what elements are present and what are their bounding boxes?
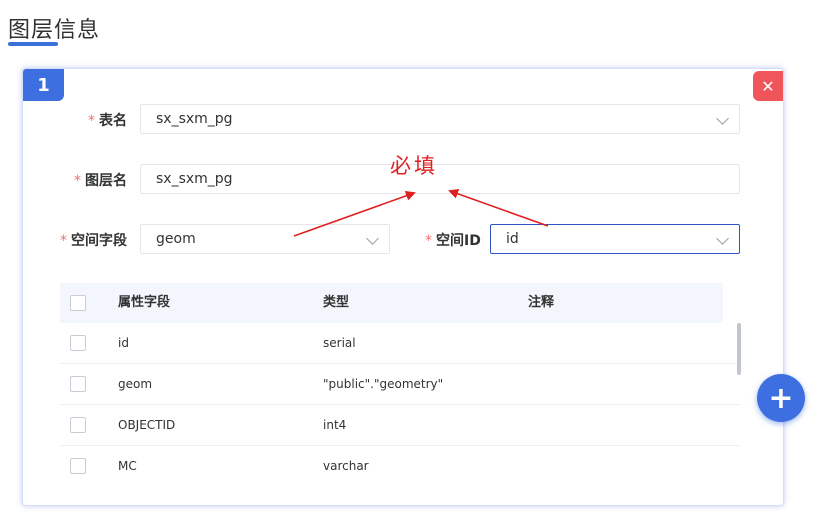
- table-row: MC varchar: [60, 446, 740, 483]
- spatial-id-select[interactable]: id: [490, 224, 740, 254]
- attribute-table: 属性字段 类型 注释 id serial geom "public"."geom…: [60, 283, 740, 483]
- header-comment: 注释: [528, 295, 555, 310]
- header-type: 类型: [323, 295, 350, 310]
- chevron-down-icon: [716, 232, 729, 245]
- spatial-id-value: id: [506, 231, 519, 247]
- table-name-label: * 表名: [88, 113, 127, 129]
- required-mark: *: [425, 233, 432, 249]
- chevron-down-icon: [716, 112, 729, 125]
- cell-type: serial: [323, 336, 356, 350]
- table-row: geom "public"."geometry": [60, 364, 740, 405]
- chevron-down-icon: [366, 232, 379, 245]
- layer-name-label: * 图层名: [74, 173, 127, 189]
- spatial-id-label: * 空间ID: [425, 233, 481, 249]
- row-checkbox[interactable]: [70, 376, 86, 392]
- spatial-field-select[interactable]: geom: [140, 224, 390, 254]
- row-checkbox[interactable]: [70, 458, 86, 474]
- required-mark: *: [88, 113, 95, 129]
- title-underline: [8, 42, 58, 46]
- required-annotation: 必填: [390, 154, 438, 178]
- close-icon[interactable]: ✕: [753, 71, 783, 101]
- layer-name-input[interactable]: sx_sxm_pg: [140, 164, 740, 194]
- cell-field: id: [118, 336, 129, 350]
- spatial-field-value: geom: [156, 231, 196, 247]
- table-row: id serial: [60, 323, 740, 364]
- cell-type: int4: [323, 418, 347, 432]
- select-all-checkbox[interactable]: [70, 295, 86, 311]
- table-scrollbar[interactable]: [737, 323, 741, 375]
- required-mark: *: [60, 233, 67, 249]
- card-index-badge: 1: [23, 69, 64, 101]
- cell-field: OBJECTID: [118, 418, 176, 432]
- table-name-value: sx_sxm_pg: [156, 111, 233, 127]
- header-field: 属性字段: [118, 295, 171, 310]
- required-mark: *: [74, 173, 81, 189]
- table-row: OBJECTID int4: [60, 405, 740, 446]
- add-layer-button[interactable]: +: [757, 374, 805, 422]
- layer-name-value: sx_sxm_pg: [156, 171, 233, 187]
- cell-field: MC: [118, 459, 137, 473]
- table-name-select[interactable]: sx_sxm_pg: [140, 104, 740, 134]
- cell-type: "public"."geometry": [323, 377, 444, 391]
- row-checkbox[interactable]: [70, 417, 86, 433]
- row-checkbox[interactable]: [70, 335, 86, 351]
- cell-type: varchar: [323, 459, 369, 473]
- plus-icon: +: [768, 380, 794, 416]
- page-title: 图层信息: [8, 18, 101, 43]
- table-header: 属性字段 类型 注释: [60, 283, 723, 323]
- cell-field: geom: [118, 377, 153, 391]
- spatial-field-label: * 空间字段: [60, 233, 127, 249]
